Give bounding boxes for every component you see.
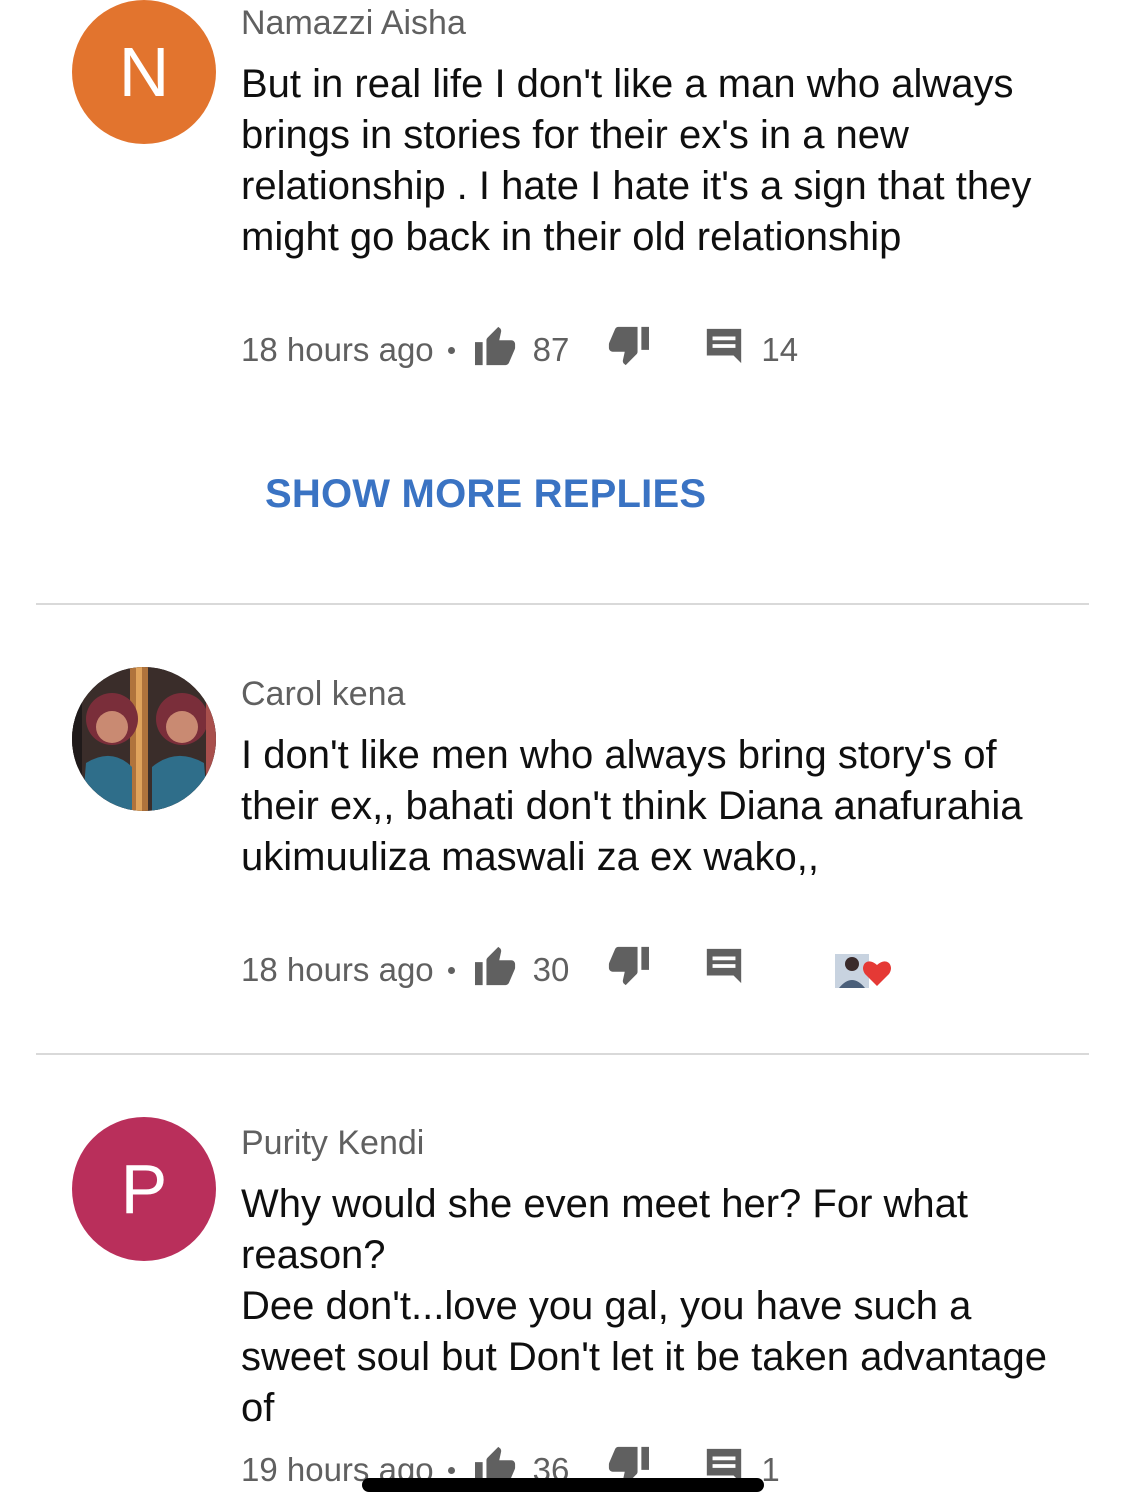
creator-heart-icon <box>833 950 893 990</box>
avatar-letter: N <box>118 33 170 111</box>
reply-icon[interactable] <box>703 325 745 375</box>
divider <box>36 1053 1089 1055</box>
dislike-icon[interactable] <box>605 945 651 995</box>
dislike-icon[interactable] <box>605 325 651 375</box>
reply-count: 1 <box>761 1451 780 1488</box>
comment-author[interactable]: Carol kena <box>241 675 405 714</box>
like-count: 30 <box>532 951 570 988</box>
avatar-photo[interactable] <box>72 667 216 811</box>
separator-dot <box>447 346 455 354</box>
reply-icon[interactable] <box>703 945 745 995</box>
comment-meta: 18 hours ago 30 <box>241 945 893 995</box>
avatar-letter: P <box>120 1150 168 1228</box>
like-icon[interactable] <box>473 325 519 375</box>
comment-author[interactable]: Namazzi Aisha <box>241 4 466 43</box>
comment-author[interactable]: Purity Kendi <box>241 1124 424 1163</box>
comment-text: Why would she even meet her? For what re… <box>241 1182 1047 1430</box>
separator-dot <box>447 966 455 974</box>
comment-text: But in real life I don't like a man who … <box>241 62 1032 259</box>
avatar[interactable]: P <box>72 1117 216 1261</box>
like-count: 87 <box>532 331 570 368</box>
comment-text: I don't like men who always bring story'… <box>241 733 1023 879</box>
like-icon[interactable] <box>473 945 519 995</box>
home-indicator[interactable] <box>362 1478 764 1492</box>
comment-time: 18 hours ago <box>241 951 434 988</box>
show-more-replies-button[interactable]: SHOW MORE REPLIES <box>265 472 706 517</box>
comment-meta: 18 hours ago 87 14 <box>241 325 799 375</box>
separator-dot <box>447 1466 455 1474</box>
comment-time: 18 hours ago <box>241 331 434 368</box>
reply-count: 14 <box>761 331 799 368</box>
divider <box>36 603 1089 605</box>
avatar[interactable]: N <box>72 0 216 144</box>
